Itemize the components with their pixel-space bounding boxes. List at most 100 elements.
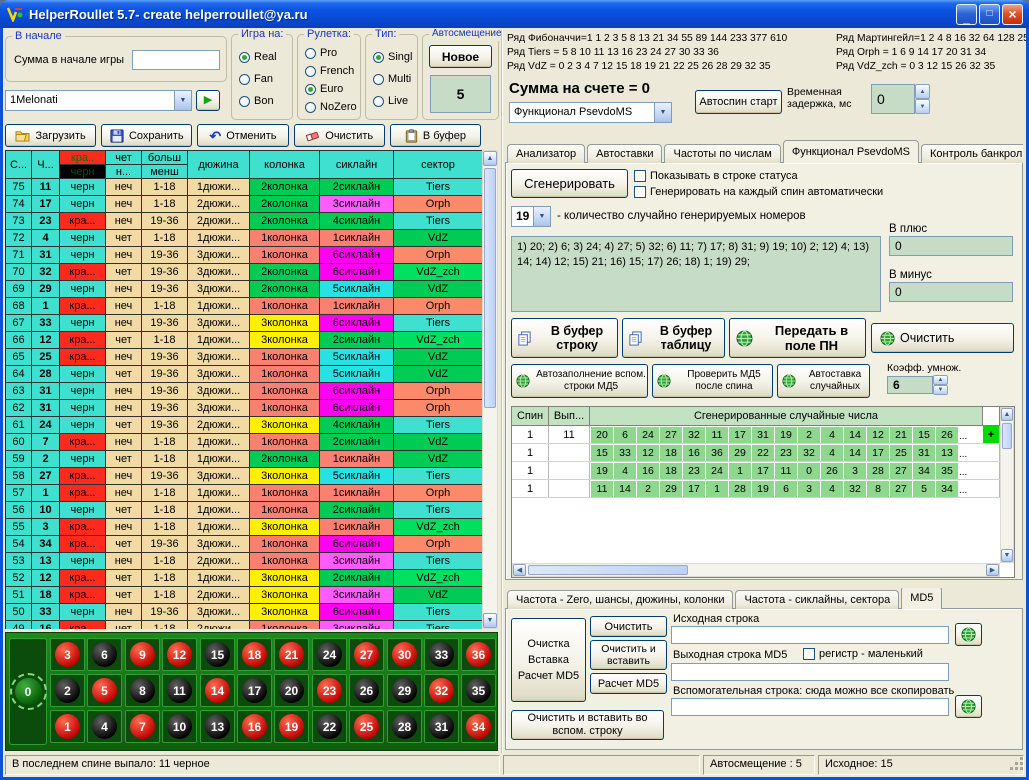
board-number-6[interactable]: 6 (92, 642, 117, 667)
board-number-36[interactable]: 36 (466, 642, 491, 667)
delay-spinner[interactable]: ▲ ▼ (915, 84, 930, 114)
md5-register-checkbox[interactable] (803, 648, 815, 660)
generated-numbers-textarea[interactable]: 1) 20; 2) 6; 3) 24; 4) 27; 5) 32; 6) 11;… (511, 236, 881, 312)
buffer-row-button[interactable]: В буфер строку (511, 318, 618, 358)
load-button[interactable]: Загрузить (5, 124, 96, 147)
tab-bottom-1[interactable]: Частота - сиклайны, сектора (735, 590, 899, 609)
resize-grip[interactable] (1010, 757, 1024, 771)
table-row[interactable]: 7511черннеч1-181дюжи...2колонка2сиклайнT… (6, 179, 483, 196)
md5-clear-paste-button[interactable]: Очистить и вставить (590, 640, 667, 670)
radio-live[interactable]: Live (373, 95, 408, 107)
auto-generate-checkbox[interactable] (634, 186, 646, 198)
chevron-down-icon[interactable]: ▼ (933, 385, 948, 395)
scroll-track[interactable] (1001, 421, 1013, 549)
scroll-up-icon[interactable]: ▲ (483, 151, 497, 166)
board-number-1[interactable]: 1 (55, 714, 80, 739)
board-number-32[interactable]: 32 (429, 678, 454, 703)
radio-nozero[interactable]: NoZero (305, 101, 357, 113)
board-number-7[interactable]: 7 (130, 714, 155, 739)
chevron-down-icon[interactable]: ▼ (654, 103, 671, 122)
md5-big-button[interactable]: Очистка Вставка Расчет MD5 (511, 618, 586, 702)
md5-source-input[interactable] (671, 626, 949, 644)
close-button[interactable]: × (1002, 4, 1023, 25)
table-row[interactable]: 5434кра...чет19-363дюжи...1колонка6сикла… (6, 536, 483, 553)
generated-table-vscrollbar[interactable]: ▲ ▼ (1000, 407, 1014, 563)
md5-aux-globe-button[interactable] (955, 695, 982, 718)
autobet-button[interactable]: Автоставка случайных (777, 364, 870, 398)
generated-row[interactable]: 11941618232411711026328273435... (512, 462, 1000, 480)
table-row[interactable]: 681кра...неч1-181дюжи...1колонка1сиклайн… (6, 298, 483, 315)
table-row[interactable]: 7323кра...неч19-362дюжи...2колонка4сикла… (6, 213, 483, 230)
chevron-up-icon[interactable]: ▲ (915, 84, 930, 99)
table-row[interactable]: 5033черннеч19-363дюжи...3колонка6сиклайн… (6, 604, 483, 621)
board-number-14[interactable]: 14 (205, 678, 230, 703)
table-row[interactable]: 6124чернчет19-362дюжи...3колонка4сиклайн… (6, 417, 483, 434)
radio-real[interactable]: Real (239, 51, 277, 63)
show-in-status-checkbox[interactable] (634, 170, 646, 182)
table-row[interactable]: 6733черннеч19-363дюжи...3колонка6сиклайн… (6, 315, 483, 332)
scroll-thumb[interactable] (484, 168, 496, 408)
board-number-2[interactable]: 2 (55, 678, 80, 703)
table-row[interactable]: 724чернчет1-181дюжи...1колонка1сиклайнVd… (6, 230, 483, 247)
generated-table-hscrollbar[interactable]: ◀ ▶ (512, 563, 1000, 577)
radio-french[interactable]: French (305, 65, 354, 77)
tab-top-3[interactable]: Функционал PsevdoMS (783, 140, 919, 163)
md5-aux-input[interactable] (671, 698, 949, 716)
board-number-4[interactable]: 4 (92, 714, 117, 739)
chevron-down-icon[interactable]: ▼ (174, 91, 191, 110)
table-row[interactable]: 5610чернчет1-181дюжи...1колонка2сиклайнT… (6, 502, 483, 519)
tab-top-0[interactable]: Анализатор (507, 144, 585, 163)
board-number-15[interactable]: 15 (205, 642, 230, 667)
board-number-19[interactable]: 19 (279, 714, 304, 739)
radio-singl[interactable]: Singl (373, 51, 412, 63)
md5-clear-button[interactable]: Очистить (590, 616, 667, 637)
count-combo[interactable]: 19 ▼ (511, 206, 551, 227)
scroll-track[interactable] (526, 564, 986, 576)
send-to-pn-button[interactable]: Передать в поле ПН (729, 318, 866, 358)
new-button[interactable]: Новое (429, 45, 492, 68)
board-number-8[interactable]: 8 (130, 678, 155, 703)
chevron-down-icon[interactable]: ▼ (915, 99, 930, 114)
table-row[interactable]: 5313черннеч1-182дюжи...1колонка3сиклайнT… (6, 553, 483, 570)
radio-fan[interactable]: Fan (239, 73, 273, 85)
table-row[interactable]: 6428чернчет19-363дюжи...1колонка5сиклайн… (6, 366, 483, 383)
scroll-down-icon[interactable]: ▼ (1001, 549, 1013, 562)
generated-row[interactable]: 11120624273211173119241412211526...+ (512, 426, 1000, 444)
board-number-17[interactable]: 17 (242, 678, 267, 703)
board-number-34[interactable]: 34 (466, 714, 491, 739)
table-row[interactable]: 4916кра...чет1-182дюжи...1колонка3сиклай… (6, 621, 483, 630)
table-row[interactable]: 607кра...неч1-181дюжи...1колонка2сиклайн… (6, 434, 483, 451)
clear-button[interactable]: Очистить (294, 124, 385, 147)
table-row[interactable]: 6929черннеч19-363дюжи...2колонка5сиклайн… (6, 281, 483, 298)
radio-multi[interactable]: Multi (373, 73, 411, 85)
board-number-27[interactable]: 27 (354, 642, 379, 667)
table-row[interactable]: 592чернчет1-181дюжи...2колонка1сиклайнVd… (6, 451, 483, 468)
board-number-33[interactable]: 33 (429, 642, 454, 667)
board-number-12[interactable]: 12 (167, 642, 192, 667)
maximize-button[interactable]: □ (979, 4, 1000, 25)
radio-euro[interactable]: Euro (305, 83, 343, 95)
table-row[interactable]: 7131черннеч19-363дюжи...1колонка6сиклайн… (6, 247, 483, 264)
generate-button[interactable]: Сгенерировать (511, 169, 628, 198)
table-row[interactable]: 6525кра...неч19-363дюжи...1колонка5сикла… (6, 349, 483, 366)
radio-bon[interactable]: Bon (239, 95, 274, 107)
board-number-24[interactable]: 24 (317, 642, 342, 667)
generated-row[interactable]: 11533121816362922233241417253113... (512, 444, 1000, 462)
board-number-5[interactable]: 5 (92, 678, 117, 703)
minimize-button[interactable]: _ (956, 4, 977, 25)
scroll-left-icon[interactable]: ◀ (513, 564, 526, 576)
board-number-35[interactable]: 35 (466, 678, 491, 703)
tab-top-1[interactable]: Автоставки (587, 144, 662, 163)
board-number-16[interactable]: 16 (242, 714, 267, 739)
table-row[interactable]: 571кра...неч1-181дюжи...1колонка1сиклайн… (6, 485, 483, 502)
tab-top-4[interactable]: Контроль банкрол (921, 144, 1023, 163)
table-row[interactable]: 6612кра...чет1-181дюжи...3колонка2сиклай… (6, 332, 483, 349)
check-md5-button[interactable]: Проверить МД5 после спина (652, 364, 773, 398)
board-number-18[interactable]: 18 (242, 642, 267, 667)
board-number-29[interactable]: 29 (392, 678, 417, 703)
table-row[interactable]: 5827кра...неч19-363дюжи...3колонка5сикла… (6, 468, 483, 485)
autospin-button[interactable]: Автоспин старт (695, 90, 782, 114)
table-row[interactable]: 5212кра...чет1-181дюжи...3колонка2сиклай… (6, 570, 483, 587)
undo-button[interactable]: ↶ Отменить (197, 124, 288, 147)
board-number-11[interactable]: 11 (167, 678, 192, 703)
